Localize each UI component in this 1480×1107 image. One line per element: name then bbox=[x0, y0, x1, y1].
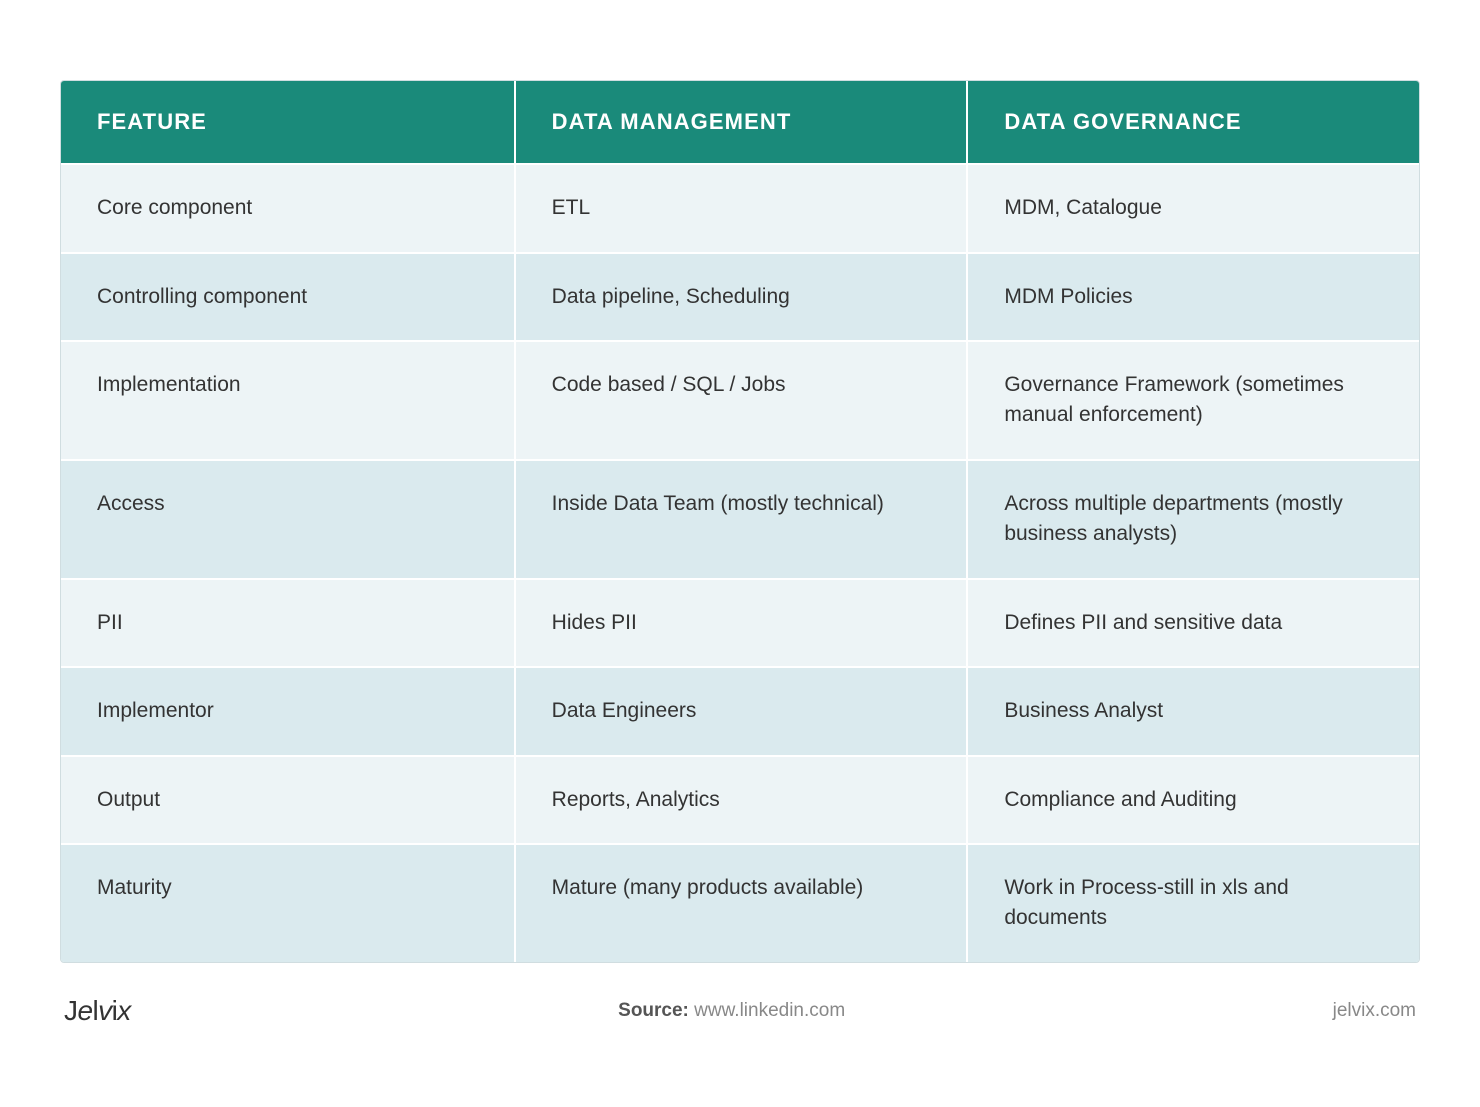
cell-data-management: Reports, Analytics bbox=[514, 755, 967, 843]
table-row: Core componentETLMDM, Catalogue bbox=[61, 163, 1419, 251]
cell-feature: Controlling component bbox=[61, 252, 514, 340]
cell-data-management: Code based / SQL / Jobs bbox=[514, 340, 967, 459]
cell-data-management: Mature (many products available) bbox=[514, 843, 967, 962]
cell-feature: Maturity bbox=[61, 843, 514, 962]
cell-data-governance: Compliance and Auditing bbox=[966, 755, 1419, 843]
cell-data-governance: MDM Policies bbox=[966, 252, 1419, 340]
table-body: Core componentETLMDM, CatalogueControlli… bbox=[61, 163, 1419, 962]
footer-source: Source: www.linkedin.com bbox=[618, 1000, 845, 1022]
source-url: www.linkedin.com bbox=[694, 1000, 845, 1021]
footer: Jelvix Source: www.linkedin.com jelvix.c… bbox=[60, 995, 1420, 1027]
cell-data-governance: Work in Process-still in xls and documen… bbox=[966, 843, 1419, 962]
cell-feature: Implementor bbox=[61, 666, 514, 754]
cell-feature: Implementation bbox=[61, 340, 514, 459]
header-data-management: DATA MANAGEMENT bbox=[514, 81, 967, 163]
comparison-table: FEATURE DATA MANAGEMENT DATA GOVERNANCE … bbox=[60, 80, 1420, 963]
page-wrapper: FEATURE DATA MANAGEMENT DATA GOVERNANCE … bbox=[60, 80, 1420, 1027]
footer-website: jelvix.com bbox=[1333, 1000, 1416, 1022]
cell-feature: Core component bbox=[61, 163, 514, 251]
cell-data-governance: Defines PII and sensitive data bbox=[966, 578, 1419, 666]
cell-data-governance: Business Analyst bbox=[966, 666, 1419, 754]
table-header: FEATURE DATA MANAGEMENT DATA GOVERNANCE bbox=[61, 81, 1419, 163]
table-row: OutputReports, AnalyticsCompliance and A… bbox=[61, 755, 1419, 843]
cell-data-management: ETL bbox=[514, 163, 967, 251]
header-data-governance: DATA GOVERNANCE bbox=[966, 81, 1419, 163]
cell-data-governance: MDM, Catalogue bbox=[966, 163, 1419, 251]
header-feature: FEATURE bbox=[61, 81, 514, 163]
table-row: PIIHides PIIDefines PII and sensitive da… bbox=[61, 578, 1419, 666]
cell-data-governance: Governance Framework (sometimes manual e… bbox=[966, 340, 1419, 459]
cell-feature: Access bbox=[61, 459, 514, 578]
cell-data-management: Data Engineers bbox=[514, 666, 967, 754]
cell-feature: Output bbox=[61, 755, 514, 843]
table-row: AccessInside Data Team (mostly technical… bbox=[61, 459, 1419, 578]
cell-feature: PII bbox=[61, 578, 514, 666]
source-label: Source: bbox=[618, 1000, 689, 1021]
cell-data-governance: Across multiple departments (mostly busi… bbox=[966, 459, 1419, 578]
cell-data-management: Data pipeline, Scheduling bbox=[514, 252, 967, 340]
table-row: MaturityMature (many products available)… bbox=[61, 843, 1419, 962]
cell-data-management: Hides PII bbox=[514, 578, 967, 666]
table-row: Controlling componentData pipeline, Sche… bbox=[61, 252, 1419, 340]
table-row: ImplementationCode based / SQL / JobsGov… bbox=[61, 340, 1419, 459]
cell-data-management: Inside Data Team (mostly technical) bbox=[514, 459, 967, 578]
brand-logo: Jelvix bbox=[64, 995, 131, 1027]
table-row: ImplementorData EngineersBusiness Analys… bbox=[61, 666, 1419, 754]
